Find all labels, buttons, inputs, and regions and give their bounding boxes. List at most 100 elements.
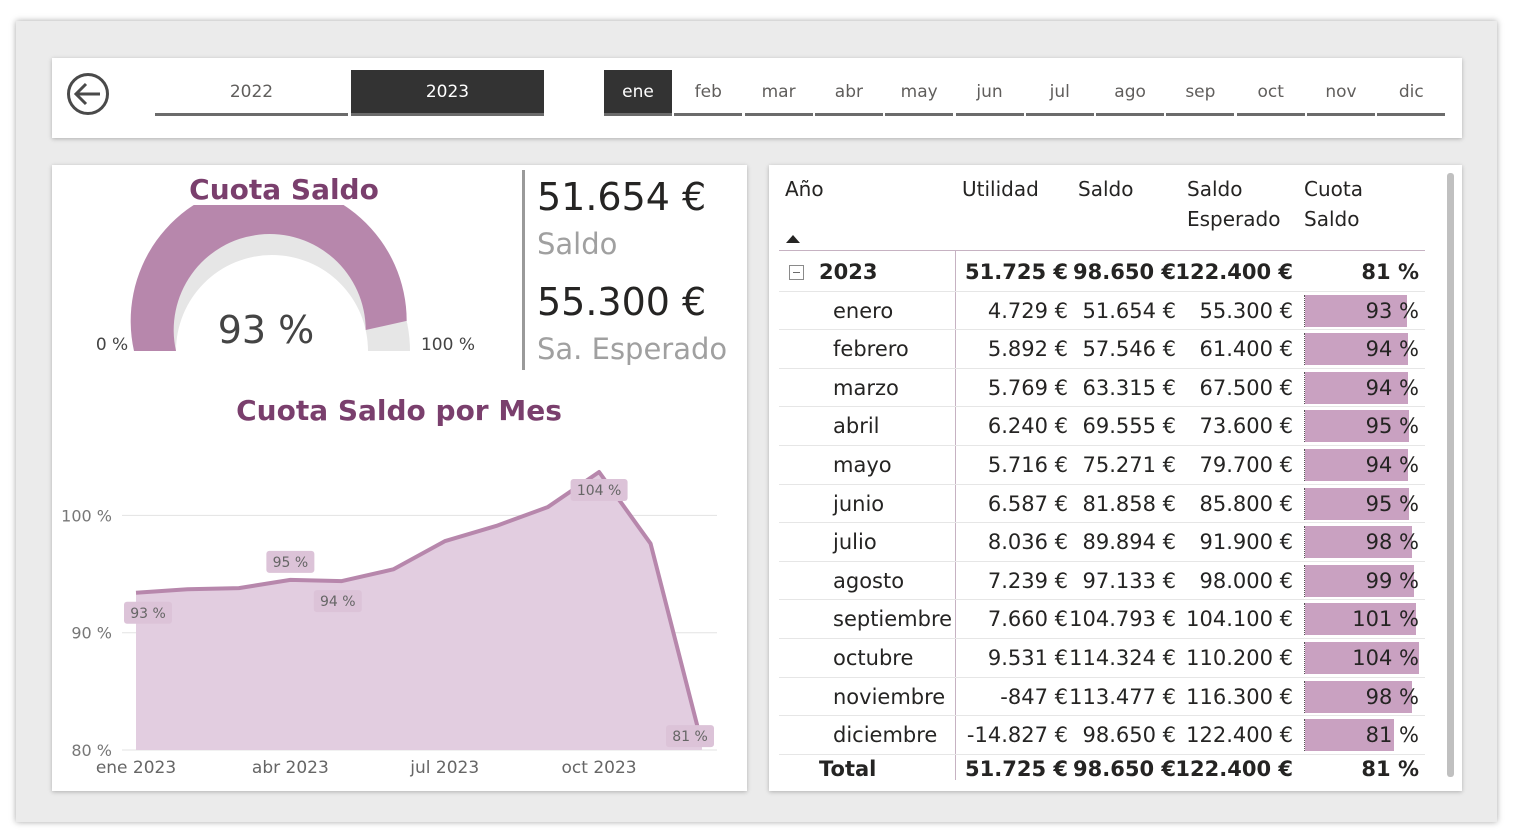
cell-saldo: 51.654 € <box>1082 298 1176 323</box>
table-row[interactable]: mayo 5.716 € 75.271 € 79.700 € 94 % <box>779 446 1425 485</box>
month-button-11[interactable]: dic <box>1377 70 1446 116</box>
table-row[interactable]: enero 4.729 € 51.654 € 55.300 € 93 % <box>779 292 1425 331</box>
date-slicer-panel: 2022 2023 ene feb mar abr may jun jul ago sep oct n… <box>52 58 1462 138</box>
header-saldo-esperado[interactable]: Saldo Esperado <box>1187 174 1280 234</box>
collapse-icon[interactable] <box>789 265 804 280</box>
data-point[interactable] <box>286 576 294 584</box>
cell-esp: 110.200 € <box>1186 646 1293 670</box>
x-tick-label: oct 2023 <box>562 758 637 778</box>
cuota-saldo-panel: Cuota Saldo 93 % 0 % 100 % 51.654 € Saldo … <box>52 165 747 791</box>
x-tick-label: jul 2023 <box>409 758 479 778</box>
month-button-4[interactable]: may <box>885 70 954 116</box>
month-button-5[interactable]: jun <box>955 70 1024 116</box>
gauge-value-label: 93 % <box>218 308 315 352</box>
cell-util: 6.587 € <box>987 491 1068 516</box>
sort-ascending-icon[interactable] <box>786 235 800 243</box>
year-button-1[interactable]: 2023 <box>351 70 544 116</box>
data-point[interactable] <box>132 589 140 597</box>
data-point[interactable] <box>492 522 500 530</box>
cell-saldo: 98.650 € <box>1082 723 1176 748</box>
data-point[interactable] <box>441 537 449 545</box>
cell-name: febrero <box>833 337 909 362</box>
data-bar-axis <box>1304 564 1305 597</box>
cell-util: 7.239 € <box>987 568 1068 593</box>
data-point[interactable] <box>235 584 243 592</box>
data-bar-axis <box>1304 333 1305 366</box>
table-row[interactable]: julio 8.036 € 89.894 € 91.900 € 98 % <box>779 523 1425 562</box>
area-fill <box>136 471 702 750</box>
header-utilidad[interactable]: Utilidad <box>962 174 1039 204</box>
data-bar-axis <box>1304 526 1305 559</box>
year-utilidad: 51.725 € <box>965 260 1068 284</box>
data-point[interactable] <box>595 468 603 476</box>
cell-util: -14.827 € <box>966 723 1068 748</box>
cell-esp: 122.400 € <box>1186 723 1293 748</box>
table-row[interactable]: septiembre 7.660 €104.793 € 104.100 € 101 % <box>779 600 1425 639</box>
month-button-0[interactable]: ene <box>604 70 672 116</box>
matrix-table: Año Utilidad Saldo Saldo Esperado Cuota … <box>769 165 1462 791</box>
header-year[interactable]: Año <box>785 174 824 204</box>
year-row[interactable]: 2023 51.725 € 98.650 € 122.400 € 81 % <box>779 253 1425 292</box>
cell-cuota: 94 % <box>1365 337 1419 362</box>
x-tick-label: ene 2023 <box>96 758 176 778</box>
cell-saldo: 63.315 € <box>1082 375 1176 400</box>
cell-name: agosto <box>833 568 905 593</box>
cell-cuota: 98 % <box>1365 684 1419 709</box>
cuota-por-mes-chart[interactable]: 80 %90 %100 %ene 2023 abr 2023 jul 2023 oct… <box>52 445 747 785</box>
gauge-title: Cuota Saldo <box>189 173 379 206</box>
table-row[interactable]: agosto 7.239 € 97.133 € 98.000 € 99 % <box>779 562 1425 601</box>
header-saldo[interactable]: Saldo <box>1078 174 1133 204</box>
month-button-10[interactable]: nov <box>1307 70 1375 116</box>
year-cuota: 81 % <box>1361 260 1419 284</box>
year-button-0[interactable]: 2022 <box>155 70 348 116</box>
total-name: Total <box>819 757 877 781</box>
cell-cuota: 81 % <box>1365 723 1419 748</box>
cell-cuota: 93 % <box>1365 298 1419 323</box>
cell-esp: 104.100 € <box>1186 607 1293 632</box>
month-button-7[interactable]: ago <box>1096 70 1165 116</box>
data-bar-axis <box>1304 719 1305 752</box>
data-bar-axis <box>1304 449 1305 481</box>
esperado-kpi-label: Sa. Esperado <box>537 332 728 366</box>
y-tick-label: 90 % <box>71 624 112 643</box>
cell-cuota: 98 % <box>1365 530 1419 555</box>
cell-esp: 85.800 € <box>1199 491 1293 516</box>
cell-name: enero <box>833 298 894 323</box>
gauge-chart[interactable]: 93 % 0 % 100 % <box>82 205 502 365</box>
data-bar-axis <box>1304 642 1305 674</box>
month-button-6[interactable]: jul <box>1025 70 1094 116</box>
table-row[interactable]: abril 6.240 € 69.555 € 73.600 € 95 % <box>779 407 1425 446</box>
cell-name: octubre <box>833 646 914 670</box>
header-cuota-saldo[interactable]: Cuota Saldo <box>1304 174 1363 234</box>
data-point[interactable] <box>338 577 346 585</box>
table-row[interactable]: noviembre -847 €113.477 € 116.300 € 98 % <box>779 678 1425 717</box>
month-button-2[interactable]: mar <box>744 70 813 116</box>
data-point[interactable] <box>389 565 397 573</box>
table-row[interactable]: febrero 5.892 € 57.546 € 61.400 € 94 % <box>779 330 1425 369</box>
table-row[interactable]: diciembre -14.827 € 98.650 € 122.400 € 81 % <box>779 716 1425 755</box>
vertical-scrollbar[interactable] <box>1447 173 1454 777</box>
data-bar-axis <box>1304 603 1305 636</box>
data-bar-axis <box>1304 294 1305 327</box>
cell-name: marzo <box>833 375 899 400</box>
month-button-1[interactable]: feb <box>674 70 743 116</box>
gauge-max-label: 100 % <box>421 335 475 355</box>
table-row[interactable]: junio 6.587 € 81.858 € 85.800 € 95 % <box>779 485 1425 524</box>
data-point[interactable] <box>183 585 191 593</box>
cell-saldo: 81.858 € <box>1082 491 1176 516</box>
table-row[interactable]: octubre 9.531 €114.324 € 110.200 € 104 % <box>779 639 1425 678</box>
month-button-8[interactable]: sep <box>1166 70 1235 116</box>
cell-cuota: 101 % <box>1352 607 1419 632</box>
month-button-9[interactable]: oct <box>1236 70 1305 116</box>
cell-cuota: 104 % <box>1352 646 1419 670</box>
cell-saldo: 104.793 € <box>1069 607 1176 632</box>
data-point[interactable] <box>647 540 655 548</box>
data-point[interactable] <box>544 503 552 511</box>
month-button-3[interactable]: abr <box>814 70 883 116</box>
table-row[interactable]: marzo 5.769 € 63.315 € 67.500 € 94 % <box>779 369 1425 408</box>
header-saldo-esperado-line2: Esperado <box>1187 207 1281 231</box>
data-bar-axis <box>1304 487 1305 520</box>
total-saldo: 98.650 € <box>1073 757 1176 781</box>
back-arrow-icon[interactable] <box>66 72 110 116</box>
cell-name: diciembre <box>833 723 938 748</box>
